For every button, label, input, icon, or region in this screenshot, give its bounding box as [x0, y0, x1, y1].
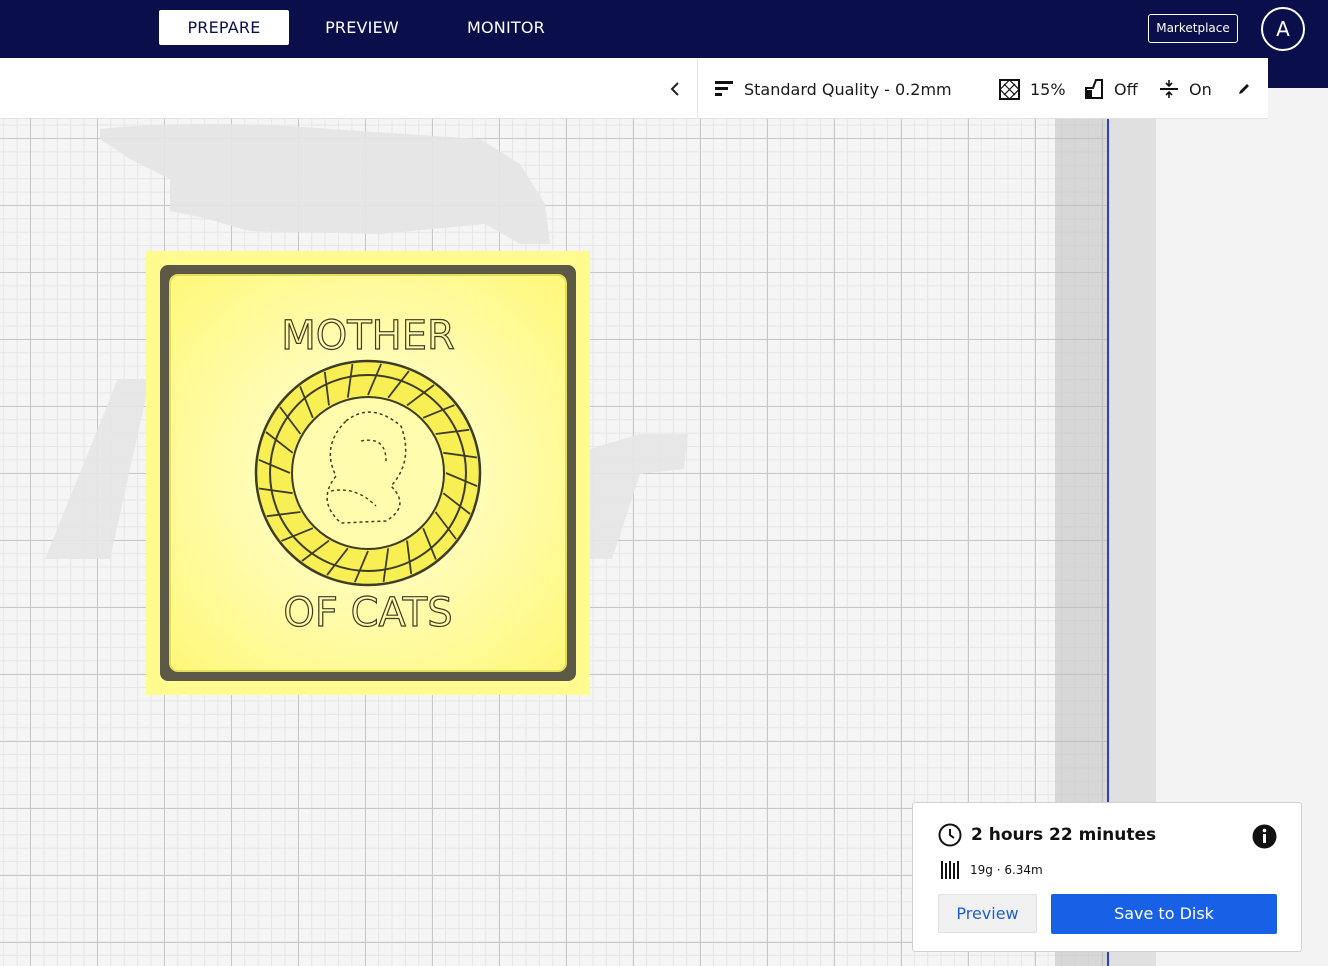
- account-avatar[interactable]: A: [1261, 7, 1305, 51]
- model-text-bottom: OF CATS: [283, 590, 452, 636]
- print-time: 2 hours 22 minutes: [938, 823, 1156, 847]
- save-to-disk-button[interactable]: Save to Disk: [1051, 894, 1277, 934]
- profile-label: Standard Quality - 0.2mm: [744, 79, 952, 99]
- print-information-panel: 2 hours 22 minutes 19g · 6.34m Preview S…: [912, 802, 1302, 952]
- marketplace-button[interactable]: Marketplace: [1148, 14, 1238, 43]
- tab-monitor[interactable]: MONITOR: [446, 10, 566, 45]
- adhesion-value: On: [1189, 79, 1212, 99]
- adhesion-setting[interactable]: On: [1159, 76, 1212, 102]
- support-setting[interactable]: Off: [1084, 76, 1138, 102]
- profile-selector[interactable]: Standard Quality - 0.2mm: [714, 76, 952, 102]
- divider: [697, 58, 698, 119]
- material-usage-text: 19g · 6.34m: [970, 863, 1043, 877]
- collapse-button[interactable]: [660, 74, 690, 104]
- support-value: Off: [1114, 79, 1138, 99]
- 3d-model[interactable]: MOTHER OF CATS: [146, 251, 590, 695]
- chevron-left-icon: [670, 82, 679, 96]
- coaster-model: MOTHER OF CATS: [146, 251, 590, 695]
- print-setup-bar: Standard Quality - 0.2mm 15% Off On: [0, 58, 1268, 119]
- material-usage: 19g · 6.34m: [940, 860, 1043, 880]
- infill-setting[interactable]: 15%: [999, 76, 1066, 102]
- support-icon: [1085, 79, 1103, 99]
- filament-icon: [941, 861, 959, 879]
- print-time-text: 2 hours 22 minutes: [971, 825, 1157, 845]
- pencil-icon: [1239, 84, 1249, 94]
- info-icon: [1252, 824, 1277, 849]
- model-text-top: MOTHER: [281, 313, 455, 359]
- top-bar: PREPARE PREVIEW MONITOR Marketplace A: [0, 0, 1328, 58]
- infill-icon: [999, 78, 1020, 100]
- tab-preview[interactable]: PREVIEW: [307, 10, 417, 45]
- tab-prepare[interactable]: PREPARE: [159, 10, 289, 45]
- custom-settings-button[interactable]: [1236, 76, 1252, 102]
- print-details-button[interactable]: [1252, 824, 1277, 853]
- header-extension: [1268, 58, 1328, 88]
- infill-value: 15%: [1030, 79, 1066, 99]
- clock-icon: [938, 823, 962, 847]
- preview-button[interactable]: Preview: [938, 894, 1037, 933]
- adhesion-icon: [1160, 80, 1178, 98]
- profile-icon: [715, 81, 733, 96]
